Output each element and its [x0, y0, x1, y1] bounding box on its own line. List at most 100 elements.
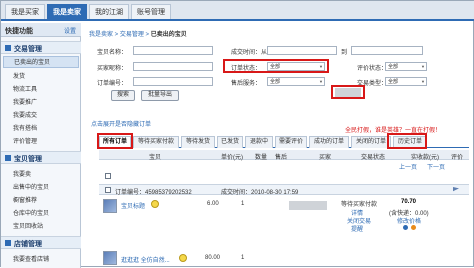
order-status: 等待买家付款 [341, 202, 378, 208]
tab-seller[interactable]: 我是卖家 [47, 4, 87, 19]
order-amount: 70.70 [401, 199, 417, 205]
col-buyer: 买家 [319, 155, 332, 161]
sidebar-item-view-shop[interactable]: 我要查看店铺 [13, 254, 49, 263]
tab-account[interactable]: 账号管理 [131, 4, 171, 19]
tab-jianghu[interactable]: 我的江湖 [89, 4, 129, 19]
select-all-checkbox[interactable] [105, 173, 111, 179]
sidebar-item-partner[interactable]: 我有搭档 [13, 123, 37, 132]
search-button[interactable]: 搜索 [111, 90, 135, 101]
batch-export-button[interactable]: 批量导出 [141, 90, 179, 101]
smiley-icon [179, 254, 187, 262]
highlight-history-orders [387, 133, 427, 149]
rate-status-label: 评价状态： [357, 66, 388, 72]
item-title[interactable]: 逛逛逛 全仿自然... [121, 255, 170, 264]
items-icon [5, 155, 11, 161]
order-header: 订单编号：45985379202532 成交时间：2010-08-30 17:5… [99, 184, 469, 196]
sidebar-item-warehouse[interactable]: 仓库中的宝贝 [13, 208, 49, 217]
sidebar-group-label: 交易管理 [14, 46, 42, 53]
modify-price-link[interactable]: 修改价格 [397, 216, 421, 225]
buyer-redacted [289, 201, 327, 210]
breadcrumb: 我是卖家 > 交易管理 > 已卖出的宝贝 [89, 32, 187, 38]
deal-time-label: 成交时间：从 [231, 50, 268, 56]
order-no-label: 订单编号： [97, 81, 128, 87]
sidebar-item-ship[interactable]: 发货 [13, 71, 25, 80]
deal-time-to-input[interactable] [351, 46, 423, 55]
col-after-sale: 售后 [275, 155, 288, 161]
sidebar-group-items[interactable]: 宝贝管理 [1, 151, 81, 164]
sidebar-group-shop[interactable]: 店铺管理 [1, 236, 81, 249]
order-time: 成交时间：2010-08-30 17:59 [221, 190, 299, 196]
remind-link[interactable]: 提醒 [351, 224, 363, 233]
rate-status-select[interactable]: 全部 [385, 62, 427, 71]
tab-buyer[interactable]: 我是买家 [5, 4, 45, 19]
tab-closed[interactable]: 关闭的订单 [351, 136, 391, 148]
flag-icon[interactable] [453, 187, 459, 192]
sidebar-item-promote[interactable]: 我要推广 [13, 97, 37, 106]
col-status: 交易状态 [361, 155, 386, 161]
sidebar-item-on-sale[interactable]: 出售中的宝贝 [13, 182, 49, 191]
pager-next[interactable]: 下一页 [427, 162, 445, 171]
shop-icon [5, 240, 11, 246]
top-nav: 我是买家 我是卖家 我的江湖 账号管理 [1, 1, 474, 21]
col-amount: 实收款(元) [411, 155, 439, 161]
buyer-nick-input[interactable] [133, 62, 213, 71]
hide-orders-hint[interactable]: 点击展开是否隐藏订单 [91, 119, 151, 128]
breadcrumb-current: 已卖出的宝贝 [150, 32, 187, 38]
col-qty: 数量 [255, 155, 268, 161]
tab-refunding[interactable]: 退款中 [245, 136, 273, 148]
table-header: 宝贝 单价(元) 数量 售后 买家 交易状态 实收款(元) 评价 [99, 150, 469, 161]
sidebar-settings-link[interactable]: 设置 [64, 26, 76, 35]
sidebar-group-label: 宝贝管理 [14, 156, 42, 163]
sidebar-item-sold-items[interactable]: 已卖出的宝贝 [3, 56, 79, 68]
sidebar-item-sell[interactable]: 我要卖 [13, 169, 31, 178]
sidebar-item-recycle[interactable]: 宝贝回收站 [13, 221, 43, 230]
col-item: 宝贝 [149, 155, 162, 161]
smiley-icon [151, 200, 159, 208]
item-price: 80.00 [205, 255, 221, 261]
item-price: 6.00 [207, 201, 219, 207]
order-checkbox[interactable] [105, 187, 111, 193]
order-no-input[interactable] [133, 77, 213, 86]
sidebar-item-deal[interactable]: 我要成交 [13, 110, 37, 119]
sidebar-group-label: 店铺管理 [14, 241, 42, 248]
item-qty: 1 [241, 201, 245, 207]
item-thumbnail[interactable] [103, 251, 117, 265]
col-price: 单价(元) [221, 155, 243, 161]
sidebar-title: 快捷功能 [5, 28, 33, 35]
buyer-nick-label: 买家昵称： [97, 66, 128, 72]
after-sale-select[interactable]: 全部 [267, 77, 325, 86]
item-qty: 1 [241, 255, 245, 261]
status-dot-icon [411, 225, 416, 230]
tab-await-pay[interactable]: 等待买家付款 [133, 136, 179, 148]
item-thumbnail[interactable] [103, 199, 117, 213]
order-type-select[interactable]: 全部 [385, 77, 427, 86]
sidebar-item-logistics[interactable]: 物流工具 [13, 84, 37, 93]
sidebar-group-trade[interactable]: 交易管理 [1, 41, 81, 54]
item-name-label: 宝贝名称： [97, 50, 128, 56]
sidebar: 快捷功能 设置 交易管理 已卖出的宝贝 发货 物流工具 我要推广 我要成交 我有… [1, 23, 81, 268]
sidebar-item-showcase[interactable]: 橱窗推荐 [13, 195, 37, 204]
highlight-order-status [223, 59, 329, 73]
after-sale-label: 售后服务： [231, 81, 262, 87]
order-id: 订单编号：45985379202532 [115, 190, 192, 196]
tab-await-ship[interactable]: 等待发货 [181, 136, 215, 148]
app-window: 我是买家 我是卖家 我的江湖 账号管理 快捷功能 设置 交易管理 已卖出的宝贝 … [0, 0, 474, 268]
item-name-input[interactable] [133, 46, 213, 55]
tab-need-review[interactable]: 需要评价 [275, 136, 307, 148]
col-review: 评价 [451, 155, 464, 161]
redacted-block [335, 88, 361, 97]
tab-shipped[interactable]: 已发货 [217, 136, 243, 148]
item-title[interactable]: 宝贝标题 [121, 201, 145, 210]
sidebar-header: 快捷功能 设置 [1, 23, 81, 37]
deal-time-to-label: 到 [341, 50, 348, 56]
deal-time-from-input[interactable] [267, 46, 337, 55]
breadcrumb-mid[interactable]: 交易管理 [120, 32, 144, 38]
highlight-all-orders [97, 133, 133, 149]
breadcrumb-root[interactable]: 我是卖家 [89, 32, 113, 38]
status-dot-icon [403, 225, 408, 230]
trade-icon [5, 45, 11, 51]
main-content: 我是卖家 > 交易管理 > 已卖出的宝贝 宝贝名称： 成交时间：从 到 买家昵称… [83, 23, 471, 268]
sidebar-item-reviews[interactable]: 评价管理 [13, 136, 37, 145]
pager-prev[interactable]: 上一页 [399, 162, 417, 171]
tab-success[interactable]: 成功的订单 [309, 136, 349, 148]
